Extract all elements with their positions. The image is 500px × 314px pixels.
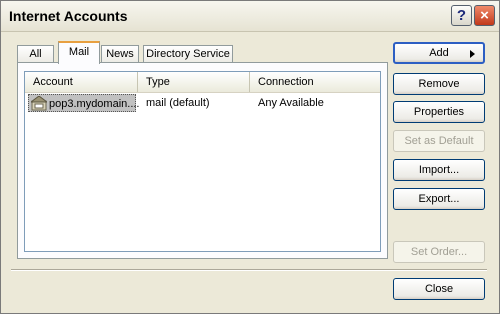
title-bar[interactable]: Internet Accounts ? ×	[1, 1, 499, 32]
add-label: Add	[429, 47, 449, 59]
list-header: Account Type Connection	[25, 72, 380, 93]
close-window-button[interactable]: ×	[474, 5, 495, 26]
help-button[interactable]: ?	[451, 5, 472, 26]
account-cell[interactable]: pop3.mydomain....	[28, 94, 140, 112]
connection-cell: Any Available	[258, 97, 324, 109]
table-row[interactable]: pop3.mydomain.... mail (default) Any Ava…	[25, 94, 380, 112]
remove-button[interactable]: Remove	[393, 73, 485, 95]
set-order-button[interactable]: Set Order...	[393, 241, 485, 263]
type-cell: mail (default)	[146, 97, 210, 109]
tab-directory-service[interactable]: Directory Service	[143, 45, 233, 62]
internet-accounts-dialog: Internet Accounts ? × All Mail News Dire…	[0, 0, 500, 314]
tab-news[interactable]: News	[101, 45, 139, 62]
column-type[interactable]: Type	[138, 72, 250, 92]
tab-mail[interactable]: Mail	[58, 41, 100, 64]
account-name: pop3.mydomain....	[49, 98, 140, 110]
add-button[interactable]: Add	[393, 42, 485, 64]
tab-panel: Account Type Connection pop3.mydomain...…	[17, 62, 388, 259]
close-button[interactable]: Close	[393, 278, 485, 300]
help-icon: ?	[456, 7, 467, 24]
set-as-default-button[interactable]: Set as Default	[393, 130, 485, 152]
arrow-right-icon	[470, 50, 475, 58]
accounts-list[interactable]: Account Type Connection pop3.mydomain...…	[24, 71, 381, 252]
import-button[interactable]: Import...	[393, 159, 485, 181]
close-icon: ×	[480, 7, 489, 24]
window-title: Internet Accounts	[9, 8, 128, 24]
export-button[interactable]: Export...	[393, 188, 485, 210]
mail-server-icon	[31, 96, 47, 111]
divider	[11, 269, 487, 271]
properties-button[interactable]: Properties	[393, 101, 485, 123]
column-connection[interactable]: Connection	[250, 72, 380, 92]
tab-all[interactable]: All	[17, 45, 54, 62]
column-account[interactable]: Account	[25, 72, 138, 92]
